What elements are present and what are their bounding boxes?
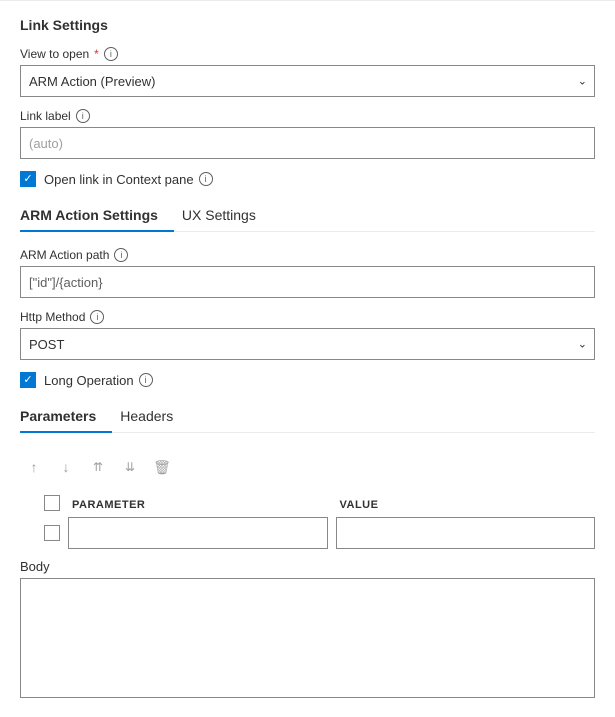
http-method-select[interactable]: POST <box>20 328 595 360</box>
link-label-group: Link label i <box>20 109 595 159</box>
delete-button[interactable]: 🗑 <box>148 453 176 481</box>
http-method-group: Http Method i POST ⌄ <box>20 310 595 360</box>
long-operation-info-icon[interactable]: i <box>139 373 153 387</box>
move-down-button[interactable]: ↓ <box>52 453 80 481</box>
link-label-label: Link label i <box>20 109 595 123</box>
params-row-1 <box>20 517 595 549</box>
tab-arm-action[interactable]: ARM Action Settings <box>20 199 174 231</box>
arm-action-path-info-icon[interactable]: i <box>114 248 128 262</box>
body-section: Body <box>20 559 595 701</box>
move-bottom-button[interactable]: ⇊ <box>116 453 144 481</box>
view-to-open-group: View to open * i ARM Action (Preview) ⌄ <box>20 47 595 97</box>
view-to-open-select-wrapper: ARM Action (Preview) ⌄ <box>20 65 595 97</box>
open-in-context-row: ✓ Open link in Context pane i <box>20 171 595 187</box>
long-operation-label: Long Operation i <box>44 373 153 388</box>
params-parameter-col-header: PARAMETER <box>68 496 328 511</box>
arm-action-path-group: ARM Action path i <box>20 248 595 298</box>
http-method-select-wrapper: POST ⌄ <box>20 328 595 360</box>
params-toolbar: ↑ ↓ ⇈ ⇊ 🗑 <box>20 449 595 485</box>
param-name-cell <box>68 517 328 549</box>
params-select-all-checkbox[interactable] <box>44 495 60 511</box>
params-row-checkbox[interactable] <box>44 525 60 541</box>
move-up-button[interactable]: ↑ <box>20 453 48 481</box>
view-to-open-info-icon[interactable]: i <box>104 47 118 61</box>
http-method-label: Http Method i <box>20 310 595 324</box>
params-value-col-header: VALUE <box>336 496 596 511</box>
arm-action-path-input[interactable] <box>20 266 595 298</box>
sub-tabs: Parameters Headers <box>20 400 595 433</box>
view-to-open-select[interactable]: ARM Action (Preview) <box>20 65 595 97</box>
param-name-input[interactable] <box>68 517 328 549</box>
param-value-input[interactable] <box>336 517 596 549</box>
open-in-context-checkbox[interactable]: ✓ <box>20 171 36 187</box>
required-star: * <box>94 47 99 61</box>
move-top-button[interactable]: ⇈ <box>84 453 112 481</box>
body-textarea[interactable] <box>20 578 595 698</box>
open-in-context-label: Open link in Context pane i <box>44 172 213 187</box>
checkmark-icon: ✓ <box>23 174 32 185</box>
link-settings-panel: Link Settings View to open * i ARM Actio… <box>0 0 615 717</box>
tab-ux-settings[interactable]: UX Settings <box>182 199 272 231</box>
main-tabs: ARM Action Settings UX Settings <box>20 199 595 232</box>
tab-headers[interactable]: Headers <box>120 400 189 432</box>
long-operation-row: ✓ Long Operation i <box>20 372 595 388</box>
param-value-cell <box>336 517 596 549</box>
view-to-open-label: View to open * i <box>20 47 595 61</box>
panel-title: Link Settings <box>20 17 595 33</box>
link-label-input[interactable] <box>20 127 595 159</box>
http-method-info-icon[interactable]: i <box>90 310 104 324</box>
arm-action-path-label: ARM Action path i <box>20 248 595 262</box>
params-table-header: PARAMETER VALUE <box>20 495 595 511</box>
body-label: Body <box>20 559 595 574</box>
open-in-context-info-icon[interactable]: i <box>199 172 213 186</box>
long-operation-checkbox[interactable]: ✓ <box>20 372 36 388</box>
tab-parameters[interactable]: Parameters <box>20 400 112 432</box>
link-label-info-icon[interactable]: i <box>76 109 90 123</box>
long-operation-checkmark-icon: ✓ <box>23 375 32 386</box>
